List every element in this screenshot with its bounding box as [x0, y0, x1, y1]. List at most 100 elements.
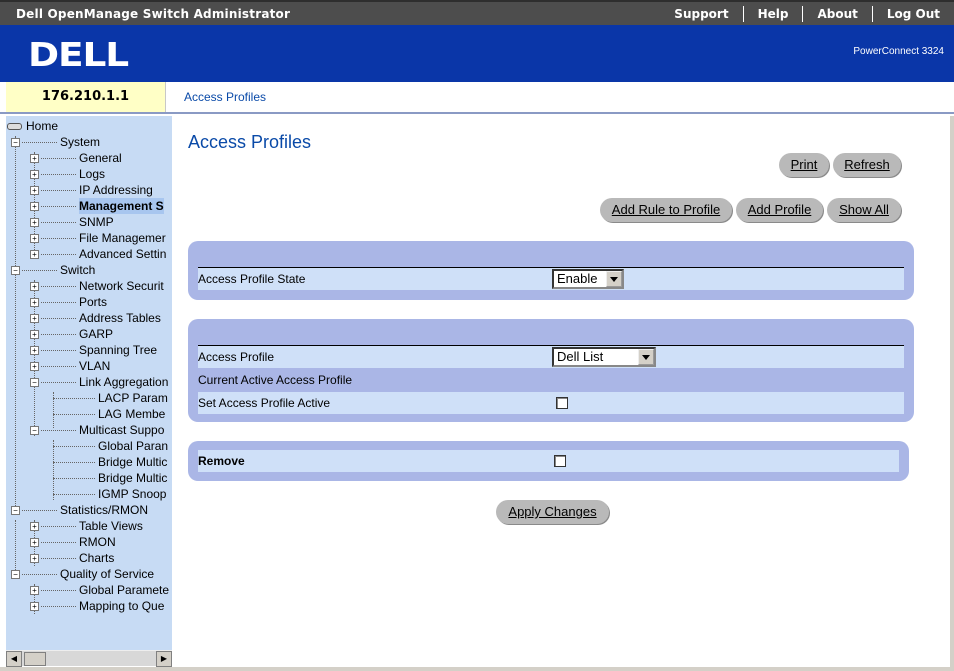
sidebar-item-label: Quality of Service	[60, 567, 155, 581]
sidebar-item[interactable]: + Spanning Tree	[6, 342, 172, 358]
remove-checkbox[interactable]	[554, 455, 566, 467]
access-profile-select[interactable]: Dell List	[552, 347, 656, 367]
expand-plus-icon[interactable]: +	[30, 314, 39, 323]
expand-plus-icon[interactable]: +	[30, 186, 39, 195]
sidebar-item-label: Advanced Settin	[79, 247, 167, 261]
apply-changes-button[interactable]: Apply Changes	[496, 500, 609, 524]
sidebar-item[interactable]: + File Managemer	[6, 230, 172, 246]
expand-plus-icon[interactable]: +	[30, 554, 39, 563]
sidebar-item[interactable]: + Table Views	[6, 518, 172, 534]
sidebar-item-label: Spanning Tree	[79, 343, 158, 357]
expand-plus-icon[interactable]: +	[30, 202, 39, 211]
current-active-profile-label: Current Active Access Profile	[198, 373, 353, 387]
sidebar-item-label: Management S	[79, 198, 164, 214]
sidebar-item-label: IP Addressing	[79, 183, 153, 197]
expand-plus-icon[interactable]: +	[30, 154, 39, 163]
expand-plus-icon[interactable]: +	[30, 586, 39, 595]
sidebar-item[interactable]: + VLAN	[6, 358, 172, 374]
sidebar-item-label: LACP Param	[98, 391, 168, 405]
sidebar-item-label: Global Paran	[98, 439, 169, 453]
add-rule-to-profile-button[interactable]: Add Rule to Profile	[600, 198, 732, 222]
sidebar-item[interactable]: + GARP	[6, 326, 172, 342]
sidebar-item[interactable]: + Address Tables	[6, 310, 172, 326]
remove-panel: Remove	[188, 441, 909, 481]
refresh-button[interactable]: Refresh	[833, 153, 901, 177]
sub-header: 176.210.1.1 Access Profiles	[0, 82, 954, 114]
sidebar-item[interactable]: + Network Securit	[6, 278, 172, 294]
nav-help-link[interactable]: Help	[742, 5, 803, 22]
tree-connector	[41, 366, 76, 367]
sidebar-item[interactable]: + General	[6, 150, 172, 166]
sidebar-item[interactable]: + Logs	[6, 166, 172, 182]
sidebar-item[interactable]: + Ports	[6, 294, 172, 310]
sidebar-item-label: Link Aggregation	[79, 375, 169, 389]
sidebar-item[interactable]: − System	[6, 134, 172, 150]
sidebar-item[interactable]: Global Paran	[6, 438, 172, 454]
print-button[interactable]: Print	[779, 153, 829, 177]
dropdown-arrow-icon	[606, 271, 622, 287]
banner: DELL PowerConnect 3324	[0, 25, 954, 82]
sidebar-item-label: Address Tables	[79, 311, 161, 325]
sidebar-item[interactable]: LACP Param	[6, 390, 172, 406]
sidebar-item[interactable]: + Charts	[6, 550, 172, 566]
sidebar-item[interactable]: + RMON	[6, 534, 172, 550]
sidebar-item[interactable]: Bridge Multic	[6, 454, 172, 470]
sidebar-item-label: Bridge Multic	[98, 471, 168, 485]
device-ip: 176.210.1.1	[6, 82, 166, 112]
tree-connector	[53, 398, 95, 399]
expand-plus-icon[interactable]: +	[30, 234, 39, 243]
add-profile-button[interactable]: Add Profile	[736, 198, 823, 222]
collapse-minus-icon[interactable]: −	[30, 426, 39, 435]
scroll-right-arrow-icon[interactable]: ▶	[156, 651, 172, 667]
breadcrumb: Access Profiles	[184, 90, 267, 104]
expand-plus-icon[interactable]: +	[30, 346, 39, 355]
sidebar-item[interactable]: IGMP Snoop	[6, 486, 172, 502]
sidebar-item[interactable]: Bridge Multic	[6, 470, 172, 486]
access-profile-panel: Access Profile Dell List Current Active …	[188, 319, 914, 422]
show-all-button[interactable]: Show All	[827, 198, 901, 222]
expand-plus-icon[interactable]: +	[30, 330, 39, 339]
expand-plus-icon[interactable]: +	[30, 602, 39, 611]
scroll-left-arrow-icon[interactable]: ◀	[6, 651, 22, 667]
expand-plus-icon[interactable]: +	[30, 298, 39, 307]
sidebar-item[interactable]: − Link Aggregation	[6, 374, 172, 390]
sidebar-item[interactable]: Home	[6, 118, 172, 134]
set-profile-active-checkbox[interactable]	[556, 397, 568, 409]
sidebar-item[interactable]: + Mapping to Que	[6, 598, 172, 614]
access-profile-state-label: Access Profile State	[198, 272, 306, 286]
expand-plus-icon[interactable]: +	[30, 362, 39, 371]
sidebar-scrollbar[interactable]: ◀ ▶	[6, 650, 172, 667]
collapse-minus-icon[interactable]: −	[11, 266, 20, 275]
app-title: Dell OpenManage Switch Administrator	[16, 7, 291, 21]
expand-plus-icon[interactable]: +	[30, 522, 39, 531]
sidebar-item[interactable]: + IP Addressing	[6, 182, 172, 198]
sidebar-item[interactable]: − Multicast Suppo	[6, 422, 172, 438]
nav-logout-link[interactable]: Log Out	[871, 5, 954, 22]
tree-connector	[41, 542, 76, 543]
sidebar-item[interactable]: + Advanced Settin	[6, 246, 172, 262]
collapse-minus-icon[interactable]: −	[11, 570, 20, 579]
scroll-thumb[interactable]	[24, 652, 46, 666]
access-profile-state-select[interactable]: Enable	[552, 269, 624, 289]
access-profile-state-row: Access Profile State Enable	[198, 268, 904, 290]
expand-plus-icon[interactable]: +	[30, 250, 39, 259]
collapse-minus-icon[interactable]: −	[30, 378, 39, 387]
nav-support-link[interactable]: Support	[660, 6, 742, 22]
collapse-minus-icon[interactable]: −	[11, 138, 20, 147]
sidebar-item[interactable]: + Global Paramete	[6, 582, 172, 598]
collapse-minus-icon[interactable]: −	[11, 506, 20, 515]
expand-plus-icon[interactable]: +	[30, 170, 39, 179]
sidebar-item-label: GARP	[79, 327, 114, 341]
sidebar-item[interactable]: − Statistics/RMON	[6, 502, 172, 518]
sidebar-item[interactable]: + SNMP	[6, 214, 172, 230]
expand-plus-icon[interactable]: +	[30, 218, 39, 227]
access-profile-row: Access Profile Dell List	[198, 346, 904, 368]
expand-plus-icon[interactable]: +	[30, 538, 39, 547]
sidebar-item[interactable]: − Quality of Service	[6, 566, 172, 582]
nav-about-link[interactable]: About	[802, 5, 871, 22]
tree-connector	[41, 238, 76, 239]
sidebar-item[interactable]: − Switch	[6, 262, 172, 278]
sidebar-item[interactable]: LAG Membe	[6, 406, 172, 422]
expand-plus-icon[interactable]: +	[30, 282, 39, 291]
sidebar-item[interactable]: + Management S	[6, 198, 172, 214]
